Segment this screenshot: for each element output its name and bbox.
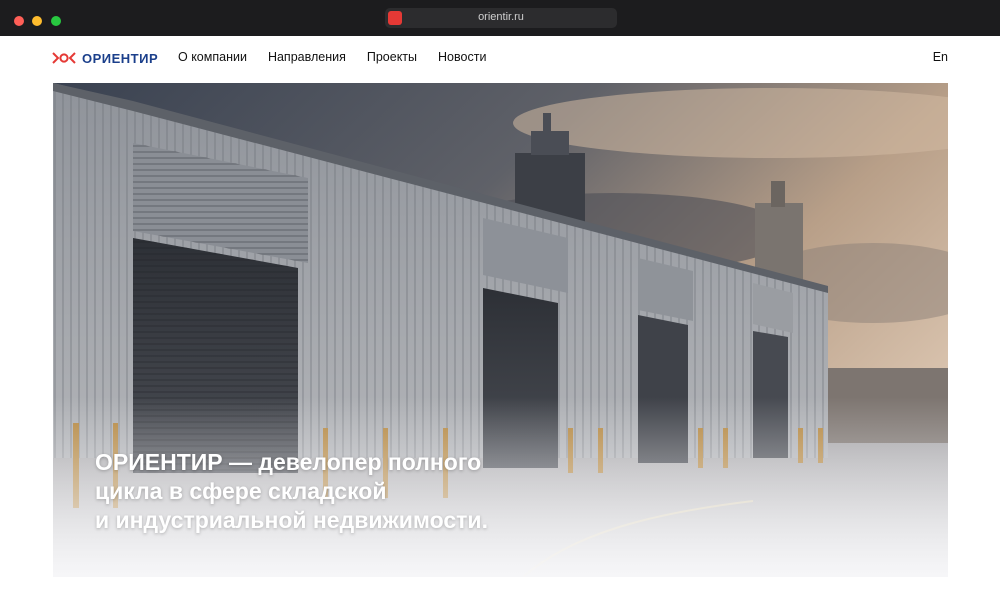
browser-titlebar: orientir.ru xyxy=(0,0,1000,36)
address-bar[interactable]: orientir.ru xyxy=(385,8,617,28)
brand-name: ОРИЕНТИР xyxy=(82,50,159,66)
page: ОРИЕНТИР О компании Направления Проекты … xyxy=(0,36,1000,590)
nav-link-directions[interactable]: Направления xyxy=(268,50,346,64)
hero-heading-line: ОРИЕНТИР — девелопер полного xyxy=(95,449,482,475)
hero-heading-line: и индустриальной недвижимости. xyxy=(95,507,488,533)
brand-mark-icon xyxy=(52,52,76,64)
window-controls xyxy=(14,13,65,31)
minimize-window-button[interactable] xyxy=(32,16,43,26)
hero-heading-line: цикла в сфере складской xyxy=(95,478,387,504)
site-header: ОРИЕНТИР О компании Направления Проекты … xyxy=(52,36,948,80)
address-bar-url: orientir.ru xyxy=(478,11,524,23)
nav-link-about[interactable]: О компании xyxy=(178,50,247,64)
nav-link-news[interactable]: Новости xyxy=(438,50,486,64)
brand-logo[interactable]: ОРИЕНТИР xyxy=(52,50,158,66)
hero-banner: ОРИЕНТИР — девелопер полного цикла в сфе… xyxy=(53,83,948,577)
hero-heading: ОРИЕНТИР — девелопер полного цикла в сфе… xyxy=(95,448,565,535)
nav-link-projects[interactable]: Проекты xyxy=(367,50,417,64)
main-menu: О компании Направления Проекты Новости xyxy=(178,50,507,64)
close-window-button[interactable] xyxy=(14,16,24,26)
maximize-window-button[interactable] xyxy=(50,16,61,26)
language-switch[interactable]: En xyxy=(933,50,948,64)
